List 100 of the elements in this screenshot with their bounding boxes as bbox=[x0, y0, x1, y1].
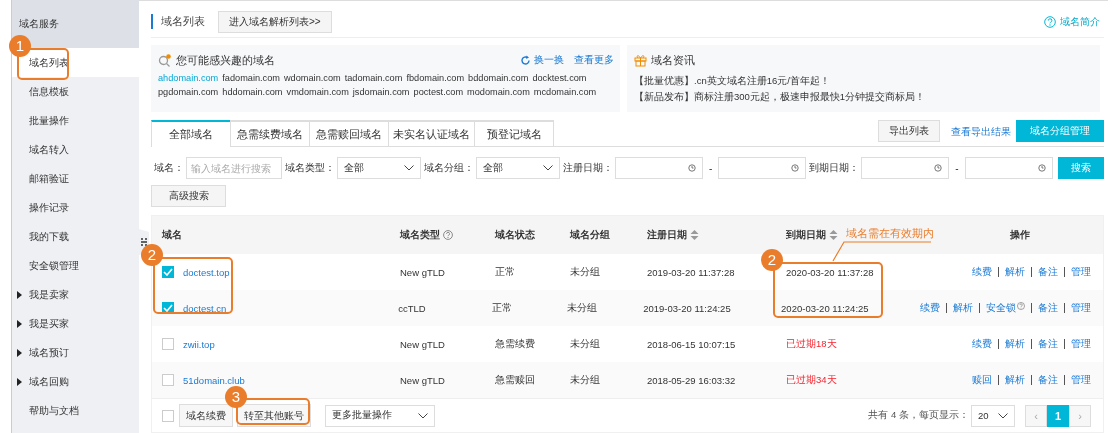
sidebar-item[interactable]: 批量操作 bbox=[12, 106, 139, 135]
domain-link[interactable]: doctest.top bbox=[183, 266, 230, 278]
table-cell: 2019-03-20 11:24:25 bbox=[643, 302, 731, 314]
action-link[interactable]: 续费 bbox=[972, 337, 992, 351]
table-cell: 正常 bbox=[492, 301, 513, 315]
sidebar-item[interactable]: 邮箱验证 bbox=[12, 164, 139, 193]
sort-icon[interactable] bbox=[829, 229, 838, 241]
more-link[interactable]: 查看更多 bbox=[574, 53, 614, 68]
domain-suggestion-link[interactable]: jsdomain.com bbox=[352, 86, 410, 97]
page-title: 域名列表 bbox=[151, 14, 205, 30]
table-cell: 2018-05-29 16:03:32 bbox=[647, 374, 736, 386]
date-field[interactable] bbox=[861, 157, 950, 180]
action-link[interactable]: 管理 bbox=[1071, 373, 1091, 387]
total-count-text: 共有 4 条，每页显示： bbox=[868, 409, 969, 422]
action-link[interactable]: 备注 bbox=[1038, 301, 1058, 315]
domain-suggestion-link[interactable]: wdomain.com bbox=[284, 72, 341, 83]
table-cell: New gTLD bbox=[400, 374, 445, 386]
sidebar-item[interactable]: 帮助与文档 bbox=[12, 396, 139, 425]
column-header: 域名状态 bbox=[495, 228, 535, 242]
domain-suggestion-link[interactable]: vmdomain.com bbox=[286, 86, 349, 97]
action-link[interactable]: 备注 bbox=[1038, 265, 1058, 279]
domain-suggestion-link[interactable]: docktest.com bbox=[532, 72, 587, 83]
action-link[interactable]: 续费 bbox=[920, 301, 940, 315]
column-header: 域名 bbox=[162, 228, 182, 242]
export-button[interactable]: 导出列表 bbox=[878, 120, 940, 143]
news-item[interactable]: 【新品发布】商标注册300元起，极速申报最快1分钟提交商标局！ bbox=[634, 88, 1094, 105]
domain-suggestion-link[interactable]: bddomain.com bbox=[468, 72, 529, 83]
domain-suggestion-link[interactable]: pgdomain.com bbox=[158, 86, 219, 97]
select-field[interactable]: 全部 bbox=[476, 157, 560, 180]
advanced-search-button[interactable]: 高级搜索 bbox=[151, 185, 226, 207]
domain-suggestion-link[interactable]: fbdomain.com bbox=[406, 72, 465, 83]
export-results-link[interactable]: 查看导出结果 bbox=[951, 125, 1011, 140]
page-size-select[interactable]: 20 bbox=[971, 404, 1015, 427]
table-cell: 急需续费 bbox=[495, 337, 535, 351]
action-link[interactable]: 管理 bbox=[1071, 337, 1091, 351]
domain-suggestion-link[interactable]: hddomain.com bbox=[222, 86, 283, 97]
domain-suggestion-link[interactable]: mcdomain.com bbox=[533, 86, 597, 97]
domain-link[interactable]: zwii.top bbox=[183, 338, 215, 350]
table-cell: 2020-03-20 11:37:28 bbox=[786, 266, 874, 278]
row-checkbox[interactable] bbox=[162, 266, 174, 278]
panel-title: 域名资讯 bbox=[651, 52, 695, 68]
filter-label: 到期日期： bbox=[809, 161, 860, 175]
domain-search-field[interactable]: 输入域名进行搜索 bbox=[186, 157, 282, 180]
date-field[interactable] bbox=[718, 157, 807, 180]
chevron-down-icon bbox=[543, 165, 553, 172]
chevron-down-icon bbox=[418, 412, 428, 419]
refresh-icon bbox=[520, 54, 531, 66]
action-link[interactable]: 解析 bbox=[953, 301, 973, 315]
row-checkbox[interactable] bbox=[162, 374, 174, 386]
action-link[interactable]: 管理 bbox=[1071, 301, 1091, 315]
gift-icon bbox=[634, 53, 647, 67]
select-all-checkbox[interactable] bbox=[162, 409, 174, 422]
table-cell: 2020-03-20 11:24:25 bbox=[781, 302, 869, 314]
dns-list-button[interactable]: 进入域名解析列表>> bbox=[218, 10, 332, 33]
action-link[interactable]: 备注 bbox=[1038, 373, 1058, 387]
filter-label: 域名： bbox=[154, 161, 184, 175]
table-cell: 未分组 bbox=[570, 265, 600, 279]
sort-icon[interactable] bbox=[690, 229, 699, 241]
filter-label: 域名分组： bbox=[424, 161, 474, 175]
clock-icon bbox=[934, 164, 943, 173]
range-separator: - bbox=[955, 162, 959, 174]
news-item[interactable]: 【批量优惠】.cn英文域名注册16元/首年起！ bbox=[634, 72, 1094, 89]
step-number-badge: 1 bbox=[9, 35, 31, 57]
sidebar-item[interactable]: 域名预订 bbox=[12, 338, 139, 367]
expand-arrow-icon bbox=[17, 320, 22, 328]
action-link[interactable]: 管理 bbox=[1071, 265, 1091, 279]
sidebar-item[interactable]: 我是卖家 bbox=[12, 280, 139, 309]
sidebar-item[interactable]: 操作记录 bbox=[12, 193, 139, 222]
domain-suggestion-link[interactable]: fadomain.com bbox=[222, 72, 280, 83]
action-link[interactable]: 解析 bbox=[1005, 337, 1025, 351]
refresh-link[interactable]: 换一换 bbox=[520, 53, 564, 68]
sidebar-item[interactable]: 安全锁管理 bbox=[12, 251, 139, 280]
sidebar-item[interactable]: 我的下载 bbox=[12, 222, 139, 251]
date-field[interactable] bbox=[615, 157, 703, 180]
sidebar-item[interactable]: 我是买家 bbox=[12, 309, 139, 338]
action-link[interactable]: 赎回 bbox=[972, 373, 992, 387]
select-field[interactable]: 全部 bbox=[337, 157, 421, 180]
action-link[interactable]: 安全锁 bbox=[986, 301, 1025, 315]
column-header[interactable]: 注册日期 bbox=[647, 228, 699, 242]
sidebar-item[interactable]: 域名回购 bbox=[12, 367, 139, 396]
action-link[interactable]: 续费 bbox=[972, 265, 992, 279]
action-link[interactable]: 备注 bbox=[1038, 337, 1058, 351]
tab[interactable]: 全部域名 bbox=[151, 120, 231, 148]
help-icon bbox=[443, 230, 453, 240]
date-field[interactable] bbox=[964, 157, 1053, 180]
tab[interactable]: 预登记域名 bbox=[474, 120, 554, 147]
column-header[interactable]: 到期日期 bbox=[786, 228, 838, 242]
action-link[interactable]: 解析 bbox=[1005, 373, 1025, 387]
bulk-action-button[interactable]: 域名续费 bbox=[179, 404, 233, 427]
bulk-action-select[interactable]: 更多批量操作 bbox=[325, 404, 435, 427]
domain-link[interactable]: doctest.cn bbox=[183, 302, 227, 314]
sidebar-item[interactable]: 域名转入 bbox=[12, 135, 139, 164]
domain-suggestion-link[interactable]: tadomain.com bbox=[344, 72, 403, 83]
expand-arrow-icon bbox=[17, 291, 22, 299]
domain-suggestion-link[interactable]: poctest.com bbox=[413, 86, 464, 97]
action-link[interactable]: 解析 bbox=[1005, 265, 1025, 279]
domain-link[interactable]: 51domain.club bbox=[183, 374, 245, 386]
row-checkbox[interactable] bbox=[162, 338, 174, 350]
domain-suggestion-link[interactable]: modomain.com bbox=[467, 86, 530, 97]
sidebar-item[interactable]: 信息模板 bbox=[12, 77, 139, 106]
